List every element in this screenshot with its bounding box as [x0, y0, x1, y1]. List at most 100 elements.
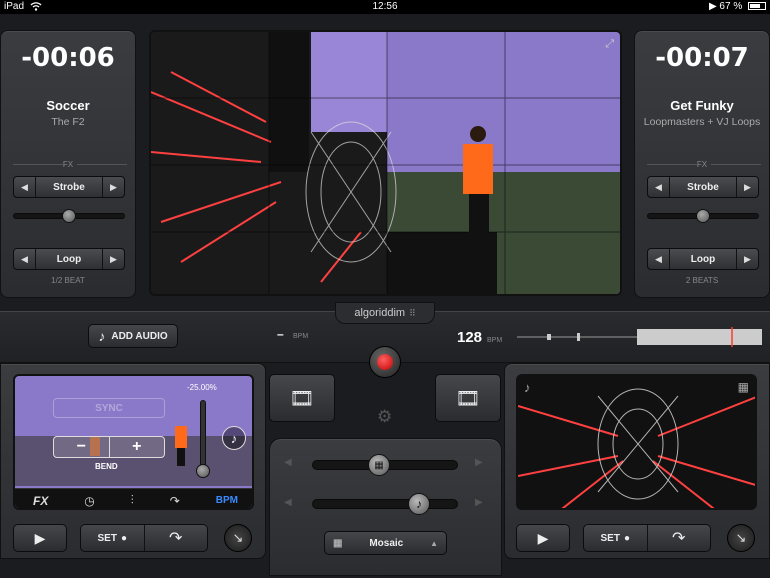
right-jump-button[interactable]: ↷: [648, 525, 711, 551]
left-bpm-value: –: [277, 327, 284, 341]
right-arrow-icon[interactable]: ▶: [475, 497, 483, 508]
bend-minus-icon[interactable]: −: [54, 437, 110, 457]
record-button-icon: [377, 354, 393, 370]
pitch-slider[interactable]: [200, 400, 206, 472]
eq-icon[interactable]: ⫶: [131, 493, 134, 508]
audio-crossfader[interactable]: [312, 499, 458, 509]
bend-plus-icon[interactable]: +: [110, 437, 165, 457]
left-fx-selector[interactable]: ◀ Strobe ▶: [13, 176, 125, 198]
prev-arrow-icon[interactable]: ◀: [648, 177, 670, 197]
right-set-button[interactable]: SET ●: [584, 525, 648, 551]
logo-grid-icon: ⠿: [409, 307, 416, 318]
music-note-icon[interactable]: ♪: [524, 380, 531, 395]
prev-arrow-icon[interactable]: ◀: [648, 249, 670, 269]
left-track-artist: The F2: [51, 116, 85, 128]
next-arrow-icon[interactable]: ▶: [102, 177, 124, 197]
left-loop-beat: 1/2 BEAT: [51, 276, 85, 285]
left-set-button[interactable]: SET ●: [81, 525, 145, 551]
film-music-icon: 🎞: [455, 387, 481, 410]
gear-icon[interactable]: ⚙: [377, 407, 392, 427]
right-waveform[interactable]: [517, 327, 762, 347]
right-arrow-icon[interactable]: ▶: [475, 457, 483, 468]
play-status-icon: ▶: [708, 1, 720, 12]
next-arrow-icon[interactable]: ▶: [102, 249, 124, 269]
left-video-library-button[interactable]: 🎞: [269, 374, 335, 422]
add-audio-button[interactable]: ♪ ADD AUDIO: [88, 324, 178, 348]
timer-icon[interactable]: ◷: [84, 494, 94, 508]
right-loop-value: Loop: [690, 253, 716, 265]
scratch-icon: ↘: [232, 530, 244, 545]
right-time-remaining: -00:07: [655, 43, 749, 73]
left-time-remaining: -00:06: [21, 43, 115, 73]
mosaic-icon: ▦: [333, 537, 343, 549]
left-bpm-unit: BPM: [293, 333, 309, 340]
right-scratch-button[interactable]: ↘: [727, 524, 755, 552]
next-arrow-icon[interactable]: ▶: [736, 177, 758, 197]
jump-arrow-icon: ↷: [672, 530, 686, 547]
left-arrow-icon[interactable]: ◀: [284, 497, 292, 508]
loop-arrow-icon[interactable]: ↷: [170, 494, 180, 508]
record-button[interactable]: [369, 346, 401, 378]
bend-control[interactable]: − +: [53, 436, 165, 458]
battery-indicator: ▶ 67 %: [709, 0, 766, 14]
music-note-icon: ♪: [416, 497, 422, 511]
transition-mode-label: Mosaic: [369, 537, 404, 549]
left-deck-panel: -00:06 Soccer The F2 FX ◀ Strobe ▶ ◀ Loo…: [0, 30, 136, 298]
right-track-artist: Loopmasters + VJ Loops: [643, 116, 761, 128]
right-video-library-button[interactable]: 🎞: [435, 374, 501, 422]
play-icon: ▶: [34, 529, 46, 546]
video-crossfader-knob[interactable]: ▦: [368, 454, 390, 476]
main-video-output[interactable]: ⤢: [149, 30, 622, 296]
status-bar: iPad 12:56 ▶ 67 %: [0, 0, 770, 14]
film-icon[interactable]: ▦: [738, 380, 749, 394]
dot-icon: ●: [120, 532, 127, 544]
sync-button[interactable]: SYNC: [53, 398, 165, 418]
jump-arrow-icon: ↷: [169, 530, 183, 547]
music-note-icon: ♪: [98, 328, 106, 344]
left-fx-slider-knob[interactable]: [62, 209, 76, 223]
prev-arrow-icon[interactable]: ◀: [14, 177, 36, 197]
dot-icon: ●: [623, 532, 630, 544]
battery-percent: 67 %: [719, 1, 743, 12]
pitch-value: -25.00%: [187, 383, 217, 392]
video-mosaic: [151, 32, 620, 294]
left-scratch-button[interactable]: ↘: [224, 524, 252, 552]
left-loop-selector[interactable]: ◀ Loop ▶: [13, 248, 125, 270]
right-cue-group: SET ● ↷: [583, 524, 711, 552]
next-arrow-icon[interactable]: ▶: [736, 249, 758, 269]
chevron-up-icon: ▲: [430, 538, 438, 548]
bend-label: BEND: [95, 462, 118, 471]
music-note-icon[interactable]: ♪: [222, 426, 246, 450]
add-audio-label: ADD AUDIO: [111, 330, 168, 342]
right-deck-video[interactable]: ♪ ▦: [516, 374, 757, 510]
left-jump-button[interactable]: ↷: [145, 525, 208, 551]
play-icon: ▶: [537, 529, 549, 546]
scratch-icon: ↘: [735, 530, 747, 545]
expand-icon[interactable]: ⤢: [605, 38, 614, 51]
fx-tab[interactable]: FX: [33, 494, 48, 508]
right-bpm-unit: BPM: [487, 337, 503, 344]
transition-mode-selector[interactable]: ▦ Mosaic ▲: [324, 531, 447, 555]
right-fx-value: Strobe: [687, 181, 719, 193]
right-play-button[interactable]: ▶: [516, 524, 570, 552]
film-music-icon: 🎞: [289, 387, 315, 410]
left-play-button[interactable]: ▶: [13, 524, 67, 552]
audio-crossfader-knob[interactable]: ♪: [408, 493, 430, 515]
battery-icon: [748, 2, 766, 11]
film-icon: ▦: [374, 459, 384, 471]
left-deck-video[interactable]: SYNC − + BEND -25.00% ♪ FX ◷ ⫶ ↷ BPM: [13, 374, 254, 510]
left-cue-group: SET ● ↷: [80, 524, 208, 552]
prev-arrow-icon[interactable]: ◀: [14, 249, 36, 269]
right-loop-selector[interactable]: ◀ Loop ▶: [647, 248, 759, 270]
pitch-slider-knob[interactable]: [196, 464, 210, 478]
right-loop-beat: 2 BEATS: [685, 276, 719, 285]
right-fx-slider-knob[interactable]: [696, 209, 710, 223]
right-track-title: Get Funky: [670, 98, 734, 113]
left-fx-value: Strobe: [53, 181, 85, 193]
bpm-tab[interactable]: BPM: [216, 495, 238, 506]
algoriddim-logo: algoriddim: [354, 307, 406, 319]
right-video-frame: [518, 388, 755, 508]
right-fx-selector[interactable]: ◀ Strobe ▶: [647, 176, 759, 198]
left-set-label: SET: [97, 532, 117, 544]
left-arrow-icon[interactable]: ◀: [284, 457, 292, 468]
